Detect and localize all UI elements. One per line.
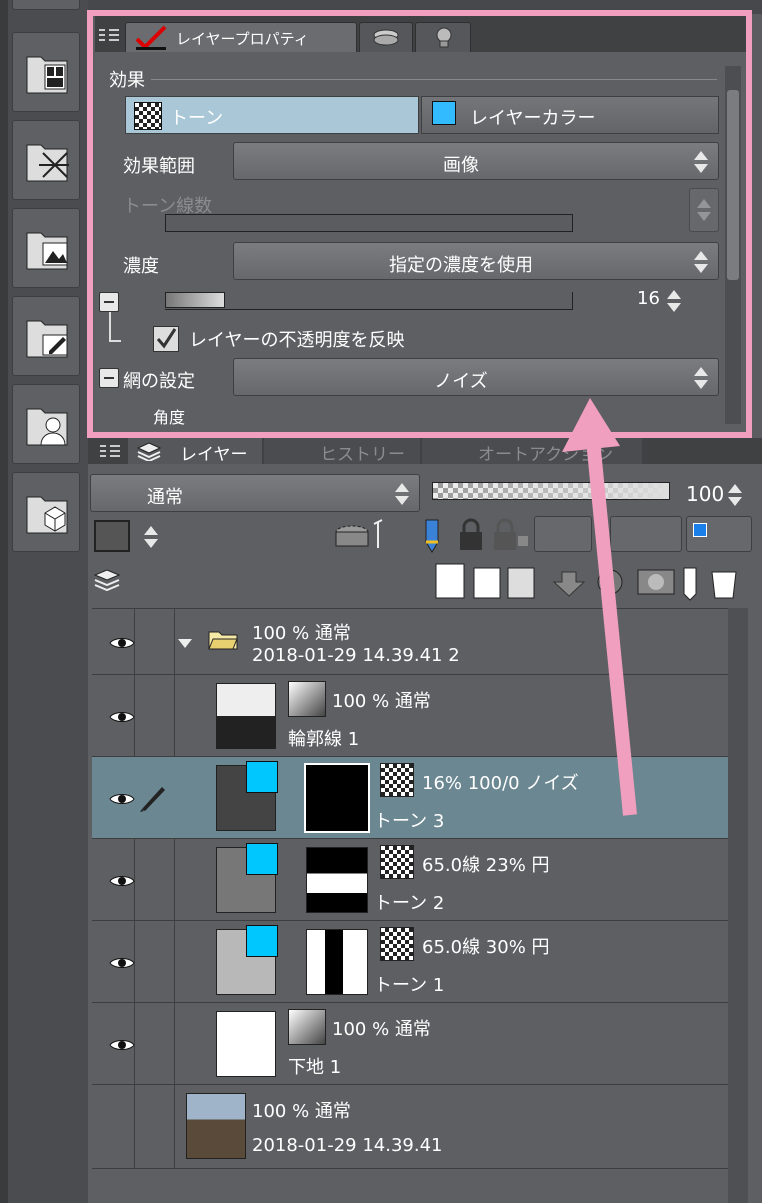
left-dock [0, 0, 88, 1203]
tone-checker-icon [380, 927, 414, 961]
clip-layer-icon[interactable] [332, 516, 392, 556]
pen-icon [140, 787, 165, 812]
folder-layout-icon [26, 56, 68, 94]
folder-pen-icon [26, 320, 68, 358]
folder-burst-icon [26, 144, 69, 182]
layer-name: トーン 2 [374, 893, 445, 914]
layer-color-button[interactable] [686, 516, 752, 552]
layer-name: 下地 1 [288, 1057, 342, 1078]
blend-mode-value: 通常 [147, 487, 183, 508]
tone-cyan-icon [246, 843, 278, 875]
layer-status: 16% 100/0 ノイズ [422, 773, 579, 794]
tone-cyan-icon [246, 761, 278, 793]
folder-cube-icon [26, 496, 68, 534]
tone-checker-icon [380, 763, 414, 797]
tone-checker-icon [380, 845, 414, 879]
layer-tab-bar: レイヤー ヒストリー オートアクション [88, 438, 762, 465]
swatch-spinner-icon[interactable] [144, 526, 158, 548]
tab-layer-label: レイヤー [180, 445, 248, 465]
layer-mask-icon [288, 1009, 326, 1045]
layer-name: 2018-01-29 14.39.41 [252, 1135, 443, 1156]
layer-name: 輪郭線 1 [288, 729, 360, 750]
layer-name: トーン 1 [374, 975, 445, 996]
layer-row-tone-2[interactable]: 65.0線 23% 円 トーン 2 [92, 839, 728, 921]
highlight-annotation-arrow [562, 398, 637, 816]
dock-button-3d[interactable] [12, 472, 80, 552]
layer-color-swatch[interactable] [94, 520, 130, 552]
layer-scrollbar[interactable] [728, 608, 748, 1203]
dock-button-image[interactable] [12, 208, 80, 288]
folder-person-icon [26, 408, 68, 446]
dropdown-arrows-icon [395, 483, 409, 505]
eye-icon[interactable] [109, 791, 135, 807]
blue-color-icon [693, 523, 707, 537]
layer-status: 65.0線 30% 円 [422, 937, 550, 958]
lock-transparency-icon[interactable] [492, 518, 532, 552]
layer-mask-icon [288, 681, 326, 717]
layer-status: 65.0線 23% 円 [422, 855, 550, 876]
opacity-spinner-icon[interactable] [728, 484, 742, 506]
lock-icon[interactable] [456, 518, 486, 552]
tone-mask-thumbnail [306, 847, 368, 913]
expand-triangle-icon[interactable] [178, 639, 192, 649]
layer-folder-name: 2018-01-29 14.39.41 2 [252, 645, 460, 666]
dock-button-character[interactable] [12, 384, 80, 464]
eye-icon[interactable] [109, 635, 135, 651]
highlight-annotation-box [87, 10, 752, 438]
pencil-icon[interactable] [422, 516, 442, 554]
layer-status: 100 % 通常 [332, 691, 431, 712]
eye-icon[interactable] [109, 955, 135, 971]
layer-thumbnail [216, 1011, 276, 1077]
layer-panel: レイヤー ヒストリー オートアクション 通常 100 100 % 通常 2018… [88, 438, 762, 1203]
photo-thumbnail [186, 1093, 246, 1159]
layers-icon [136, 442, 162, 461]
folder-icon [208, 631, 238, 650]
dock-button-effect[interactable] [12, 120, 80, 200]
layer-thumbnail [216, 683, 276, 749]
layer-folder-status: 100 % 通常 [252, 623, 351, 644]
tone-mask-thumbnail [306, 929, 368, 995]
eye-icon[interactable] [109, 1037, 135, 1053]
dock-edge [0, 0, 8, 1203]
tab-history[interactable]: ヒストリー [264, 438, 420, 465]
layer-row-photo[interactable]: 100 % 通常 2018-01-29 14.39.41 [92, 1085, 728, 1169]
tone-mask-thumbnail [304, 763, 370, 833]
opacity-value: 100 [686, 482, 725, 506]
layer-row-base[interactable]: 100 % 通常 下地 1 [92, 1003, 728, 1085]
layers-menu-icon[interactable] [92, 568, 122, 594]
tab-history-label: ヒストリー [320, 445, 405, 465]
dock-button-layout[interactable] [12, 32, 80, 112]
layer-status: 100 % 通常 [252, 1101, 351, 1122]
layer-name: トーン 3 [374, 811, 445, 832]
layer-row-tone-1[interactable]: 65.0線 30% 円 トーン 1 [92, 921, 728, 1003]
dock-button-top[interactable] [12, 0, 80, 10]
eye-icon[interactable] [109, 873, 135, 889]
panel-menu-icon[interactable] [100, 444, 120, 458]
tab-layer[interactable]: レイヤー [128, 438, 262, 465]
folder-image-icon [26, 232, 68, 270]
blend-mode-dropdown[interactable]: 通常 [90, 474, 420, 512]
eye-icon[interactable] [109, 709, 135, 725]
layer-status: 100 % 通常 [332, 1019, 431, 1040]
dock-button-edit[interactable] [12, 296, 80, 376]
tone-cyan-icon [246, 925, 278, 957]
